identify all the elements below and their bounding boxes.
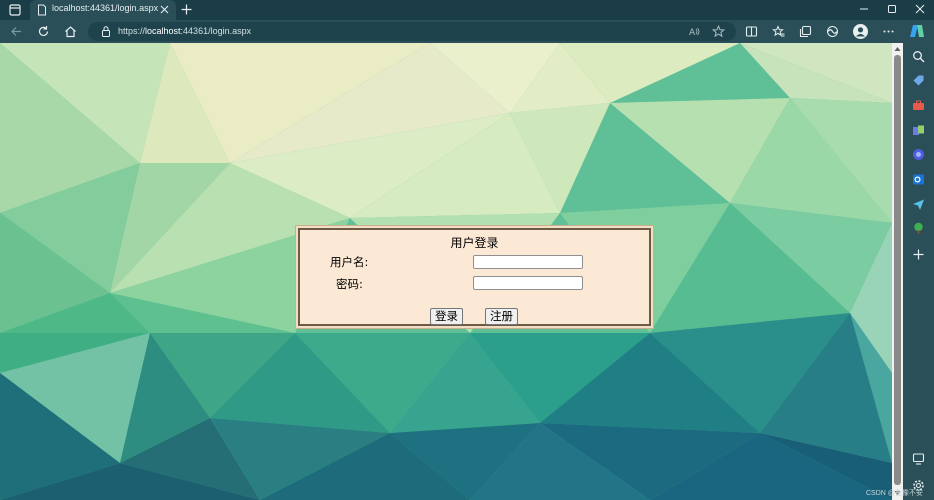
lock-icon[interactable]	[100, 25, 112, 38]
send-icon[interactable]	[912, 198, 925, 211]
svg-text:A: A	[689, 28, 696, 38]
add-icon[interactable]	[912, 248, 925, 261]
extensions-icon[interactable]	[826, 25, 839, 38]
new-tab-icon[interactable]	[180, 3, 193, 16]
login-panel-inner: 用户登录 用户名: 密码: 登录 注册	[298, 228, 651, 326]
login-button[interactable]: 登录	[430, 308, 463, 325]
url-path: :44361/login.aspx	[181, 26, 252, 36]
profile-avatar[interactable]	[853, 24, 868, 39]
window-close-icon[interactable]	[914, 3, 926, 15]
window-menu-icon[interactable]	[8, 3, 22, 17]
password-label: 密码:	[336, 276, 363, 292]
favorite-star-icon[interactable]	[712, 25, 725, 38]
home-icon[interactable]	[64, 25, 77, 38]
login-title: 用户登录	[300, 234, 649, 251]
games-icon[interactable]	[912, 124, 925, 137]
page-viewport: 用户登录 用户名: 密码: 登录 注册	[0, 43, 892, 500]
screenshot-icon[interactable]	[912, 452, 925, 465]
tab-title: localhost:44361/login.aspx	[52, 3, 158, 13]
browser-sidebar	[903, 43, 934, 500]
copilot-icon[interactable]	[909, 23, 925, 39]
tree-icon[interactable]	[912, 222, 925, 235]
scroll-up-icon[interactable]	[894, 46, 901, 52]
address-bar[interactable]: https://localhost:44361/login.aspx A	[88, 22, 736, 41]
minimize-icon[interactable]	[858, 3, 870, 15]
more-icon[interactable]	[882, 25, 895, 38]
search-icon[interactable]	[912, 50, 925, 63]
url-scheme: https://	[118, 26, 145, 36]
split-screen-icon[interactable]	[745, 25, 758, 38]
favorites-icon[interactable]	[772, 25, 785, 38]
url-host: localhost	[145, 26, 181, 36]
url-text: https://localhost:44361/login.aspx	[118, 26, 251, 36]
document-icon	[36, 4, 48, 16]
browser-title-bar: localhost:44361/login.aspx	[0, 0, 934, 20]
copilot-sidebar-icon[interactable]	[912, 148, 925, 161]
watermark: CSDN @鲁豫不安	[866, 488, 923, 498]
refresh-icon[interactable]	[37, 25, 50, 38]
browser-tab[interactable]: localhost:44361/login.aspx	[30, 0, 176, 20]
register-button[interactable]: 注册	[485, 308, 518, 325]
password-input[interactable]	[473, 276, 583, 290]
page-scrollbar[interactable]	[892, 43, 903, 500]
username-input[interactable]	[473, 255, 583, 269]
scroll-thumb[interactable]	[894, 55, 901, 485]
browser-toolbar: https://localhost:44361/login.aspx A	[0, 20, 934, 43]
back-arrow-icon[interactable]	[10, 25, 23, 38]
maximize-icon[interactable]	[886, 3, 898, 15]
username-label: 用户名:	[330, 254, 368, 270]
login-panel: 用户登录 用户名: 密码: 登录 注册	[295, 225, 654, 329]
tag-icon[interactable]	[912, 74, 925, 87]
profile-icon	[853, 24, 868, 39]
collections-icon[interactable]	[799, 25, 812, 38]
read-aloud-icon[interactable]: A	[688, 25, 701, 38]
tab-close-icon[interactable]	[159, 4, 170, 15]
outlook-icon[interactable]	[912, 173, 925, 186]
toolbox-icon[interactable]	[912, 99, 925, 112]
